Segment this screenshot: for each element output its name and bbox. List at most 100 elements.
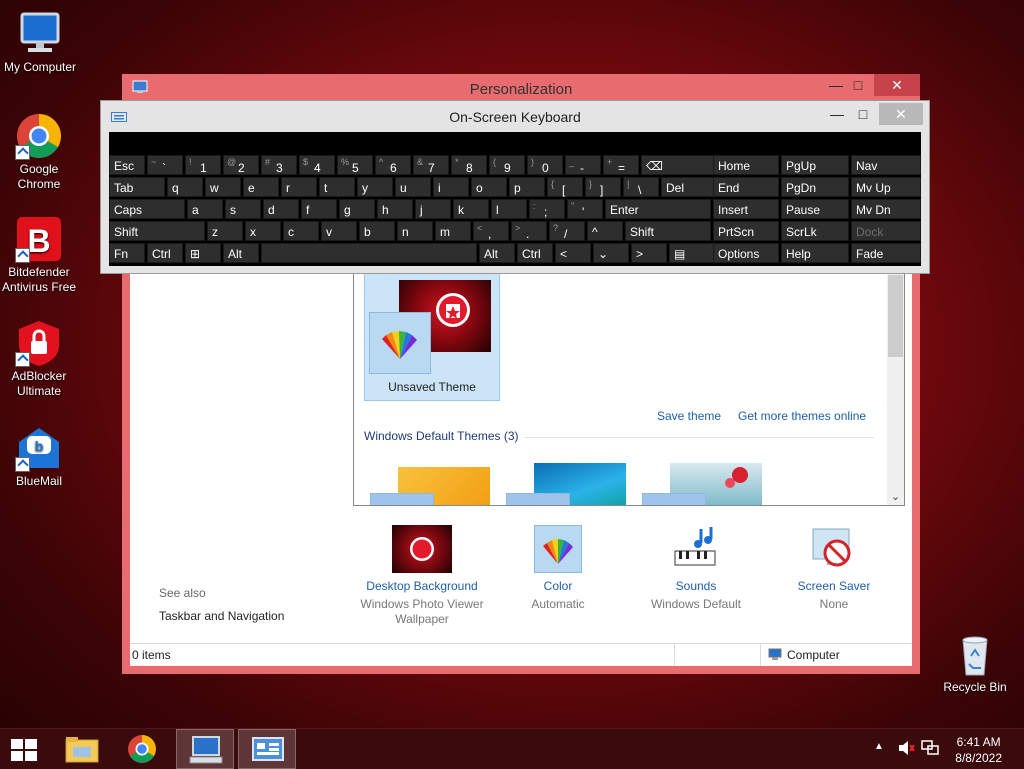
nav-key-0-0[interactable]: Home	[713, 155, 779, 175]
taskbar-navigation-link[interactable]: Taskbar and Navigation	[159, 609, 284, 623]
nav-key-3-2[interactable]: Dock	[851, 221, 921, 241]
key-2-8[interactable]: k	[453, 199, 489, 219]
scrollbar-thumb[interactable]	[888, 275, 903, 357]
desktop-icon-bluemail[interactable]: b BlueMail	[0, 424, 79, 489]
window-titlebar[interactable]: Personalization — □ ✕	[122, 74, 920, 102]
key-4-9[interactable]: >	[631, 243, 667, 263]
key-1-7[interactable]: u	[395, 177, 431, 197]
taskbar-chrome[interactable]	[114, 729, 172, 769]
key-0-12[interactable]: _ -	[565, 155, 601, 175]
key-2-4[interactable]: f	[301, 199, 337, 219]
key-0-5[interactable]: $4	[299, 155, 335, 175]
key-2-11[interactable]: " '	[567, 199, 603, 219]
key-1-2[interactable]: w	[205, 177, 241, 197]
desktop-icon-recycle-bin[interactable]: Recycle Bin	[935, 630, 1015, 695]
nav-key-1-2[interactable]: Mv Up	[851, 177, 921, 197]
key-3-9[interactable]: >.	[511, 221, 547, 241]
key-2-12[interactable]: Enter	[605, 199, 711, 219]
key-2-0[interactable]: Caps	[109, 199, 185, 219]
key-0-4[interactable]: #3	[261, 155, 297, 175]
close-button[interactable]: ✕	[879, 103, 923, 125]
nav-key-0-1[interactable]: PgUp	[781, 155, 849, 175]
key-4-1[interactable]: Ctrl	[147, 243, 183, 263]
close-button[interactable]: ✕	[874, 74, 920, 96]
minimize-button[interactable]: —	[823, 103, 851, 125]
key-3-7[interactable]: m	[435, 221, 471, 241]
key-0-11[interactable]: ) 0	[527, 155, 563, 175]
key-1-14[interactable]: Del	[661, 177, 715, 197]
start-button[interactable]	[0, 729, 48, 769]
key-4-3[interactable]: Alt	[223, 243, 259, 263]
key-1-4[interactable]: r	[281, 177, 317, 197]
desktop-icon-google-chrome[interactable]: Google Chrome	[0, 112, 79, 192]
key-3-10[interactable]: ? /	[549, 221, 585, 241]
key-3-4[interactable]: v	[321, 221, 357, 241]
network-icon[interactable]	[921, 740, 939, 759]
key-0-2[interactable]: ! 1	[185, 155, 221, 175]
theme-item-lines[interactable]	[506, 459, 626, 505]
show-hidden-icons-button[interactable]: ▲	[874, 741, 884, 752]
key-4-6[interactable]: Ctrl	[517, 243, 553, 263]
volume-muted-icon[interactable]	[897, 740, 915, 759]
nav-key-4-0[interactable]: Options	[713, 243, 779, 263]
key-0-13[interactable]: + =	[603, 155, 639, 175]
key-1-6[interactable]: y	[357, 177, 393, 197]
key-3-1[interactable]: z	[207, 221, 243, 241]
nav-key-0-2[interactable]: Nav	[851, 155, 921, 175]
nav-key-2-1[interactable]: Pause	[781, 199, 849, 219]
key-0-9[interactable]: * 8	[451, 155, 487, 175]
key-1-10[interactable]: p	[509, 177, 545, 197]
theme-item-flowers[interactable]	[642, 459, 762, 505]
key-1-5[interactable]: t	[319, 177, 355, 197]
key-3-12[interactable]: Shift	[625, 221, 711, 241]
taskbar-on-screen-keyboard[interactable]	[176, 729, 234, 769]
key-4-8[interactable]: ⌄	[593, 243, 629, 263]
theme-item-unsaved[interactable]: Unsaved Theme	[364, 273, 500, 401]
key-2-2[interactable]: s	[225, 199, 261, 219]
key-3-6[interactable]: n	[397, 221, 433, 241]
key-0-10[interactable]: (9	[489, 155, 525, 175]
key-0-0[interactable]: Esc	[109, 155, 145, 175]
key-3-0[interactable]: Shift	[109, 221, 205, 241]
key-1-13[interactable]: | \	[623, 177, 659, 197]
key-2-5[interactable]: g	[339, 199, 375, 219]
color-setting[interactable]: Color Automatic	[500, 525, 616, 611]
key-3-8[interactable]: <,	[473, 221, 509, 241]
key-3-11[interactable]: ^	[587, 221, 623, 241]
desktop-background-setting[interactable]: Desktop Background Windows Photo Viewer …	[352, 525, 492, 627]
key-1-3[interactable]: e	[243, 177, 279, 197]
clock[interactable]: 6:41 AM 8/8/2022	[955, 734, 1002, 766]
nav-key-4-1[interactable]: Help	[781, 243, 849, 263]
maximize-button[interactable]: □	[844, 74, 872, 96]
taskbar-file-explorer[interactable]	[53, 729, 111, 769]
save-theme-link[interactable]: Save theme	[657, 409, 721, 423]
nav-key-2-2[interactable]: Mv Dn	[851, 199, 921, 219]
key-0-1[interactable]: ~ `	[147, 155, 183, 175]
nav-key-3-0[interactable]: PrtScn	[713, 221, 779, 241]
key-0-14[interactable]: ⌫	[641, 155, 715, 175]
key-4-4[interactable]	[261, 243, 477, 263]
key-0-3[interactable]: @2	[223, 155, 259, 175]
key-2-1[interactable]: a	[187, 199, 223, 219]
desktop-icon-bitdefender[interactable]: B Bitdefender Antivirus Free	[0, 215, 79, 295]
taskbar-control-panel[interactable]	[238, 729, 296, 769]
key-2-10[interactable]: :;	[529, 199, 565, 219]
get-more-themes-link[interactable]: Get more themes online	[738, 409, 866, 423]
nav-key-1-0[interactable]: End	[713, 177, 779, 197]
scroll-down-icon[interactable]: ⌄	[887, 490, 904, 503]
key-0-6[interactable]: % 5	[337, 155, 373, 175]
key-1-0[interactable]: Tab	[109, 177, 165, 197]
window-titlebar[interactable]: On-Screen Keyboard — □ ✕	[101, 101, 929, 131]
themes-list[interactable]: Unsaved Theme Save theme Get more themes…	[353, 272, 905, 506]
desktop-icon-my-computer[interactable]: My Computer	[0, 10, 80, 75]
vertical-scrollbar[interactable]: ⌄	[887, 273, 904, 505]
nav-key-3-1[interactable]: ScrLk	[781, 221, 849, 241]
nav-key-4-2[interactable]: Fade	[851, 243, 921, 263]
key-2-9[interactable]: l	[491, 199, 527, 219]
sounds-setting[interactable]: Sounds Windows Default	[638, 525, 754, 611]
desktop-icon-adblocker[interactable]: AdBlocker Ultimate	[0, 319, 79, 399]
key-3-3[interactable]: c	[283, 221, 319, 241]
key-3-5[interactable]: b	[359, 221, 395, 241]
key-4-7[interactable]: <	[555, 243, 591, 263]
key-4-0[interactable]: Fn	[109, 243, 145, 263]
